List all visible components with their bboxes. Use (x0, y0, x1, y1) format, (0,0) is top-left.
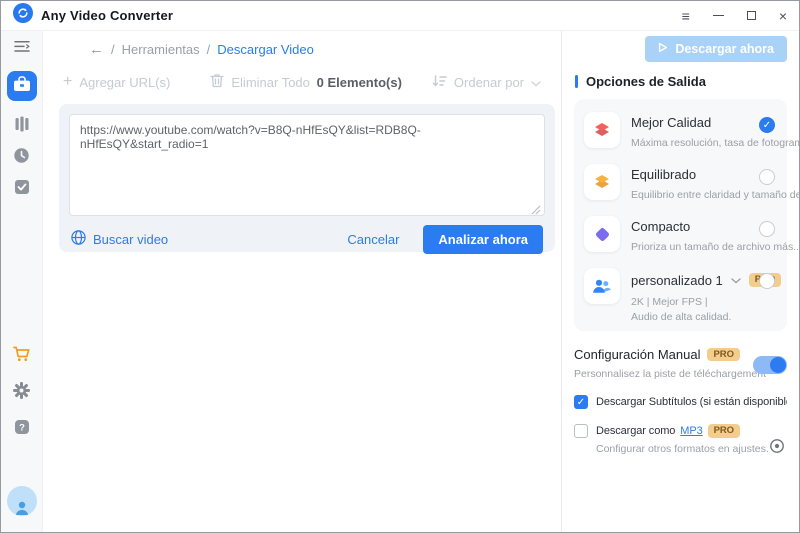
mp3-checkbox-row[interactable]: Descargar como MP3 PRO (574, 424, 787, 438)
option-custom[interactable]: personalizado 1 PRO 2K | Mejor FPS | Aud… (584, 268, 777, 323)
delete-all-button[interactable]: Eliminar Todo (210, 73, 310, 91)
breadcrumb-current: Descargar Video (217, 42, 314, 57)
sidebar: ? (1, 31, 43, 532)
sidebar-item-converter-active[interactable] (7, 71, 37, 101)
best-quality-icon (584, 112, 620, 148)
breadcrumb-parent[interactable]: Herramientas (122, 42, 200, 57)
analyze-now-button[interactable]: Analizar ahora (423, 225, 543, 254)
help-icon[interactable]: ? (14, 419, 30, 440)
video-toolbox-icon (13, 76, 31, 97)
svg-text:?: ? (19, 423, 25, 434)
search-video-link[interactable]: Buscar video (71, 230, 168, 248)
gear-icon[interactable] (13, 382, 30, 404)
compact-icon (584, 216, 620, 252)
element-count: 0 Elemento(s) (317, 75, 402, 90)
subtitles-checkbox-row[interactable]: Descargar Subtítulos (si están disponibl… (574, 395, 787, 409)
list-toolbar: + Agregar URL(s) Eliminar Todo 0 Element… (63, 73, 541, 91)
delete-all-label: Eliminar Todo (231, 75, 310, 90)
option-desc-line1: 2K | Mejor FPS | (631, 296, 777, 308)
download-now-button[interactable]: Descargar ahora (645, 36, 787, 62)
add-urls-button[interactable]: + Agregar URL(s) (63, 74, 170, 90)
mp3-sub-desc: Configurar otros formatos en ajustes. (596, 443, 787, 455)
mp3-link[interactable]: MP3 (680, 425, 702, 437)
account-avatar[interactable] (7, 486, 37, 516)
option-name: Compacto (631, 219, 777, 234)
mp3-label-prefix: Descargar como (596, 425, 675, 437)
titlebar: Any Video Converter ≡ × (1, 1, 799, 31)
advanced-settings-icon[interactable] (769, 438, 785, 459)
accent-bar (575, 75, 578, 88)
collapse-menu-icon[interactable] (14, 40, 30, 58)
app-window: Any Video Converter ≡ × (0, 0, 800, 533)
resize-handle[interactable] (531, 202, 541, 220)
cart-icon[interactable] (13, 346, 31, 367)
pro-badge: PRO (708, 424, 740, 438)
url-input[interactable]: https://www.youtube.com/watch?v=B8Q-nHfE… (69, 114, 545, 216)
menu-icon[interactable]: ≡ (682, 9, 690, 23)
option-desc: Máxima resolución, tasa de fotogramas ..… (631, 137, 777, 149)
sidebar-item-library[interactable] (15, 116, 29, 132)
output-panel: Descargar ahora Opciones de Salida Mejor… (561, 31, 799, 532)
sort-by-dropdown[interactable]: Ordenar por (432, 75, 541, 90)
pro-badge: PRO (707, 348, 740, 362)
app-title: Any Video Converter (41, 8, 173, 23)
subtitles-checkbox[interactable] (574, 395, 588, 409)
option-name: Mejor Calidad (631, 115, 777, 130)
add-url-panel: https://www.youtube.com/watch?v=B8Q-nHfE… (59, 104, 555, 252)
maximize-icon[interactable] (747, 11, 756, 20)
output-options-header: Opciones de Salida (575, 74, 787, 89)
mp3-section: Descargar como MP3 PRO Configurar otros … (574, 424, 787, 455)
sidebar-item-history[interactable] (13, 147, 30, 164)
option-desc-line2: Audio de alta calidad. (631, 311, 777, 323)
sort-by-label: Ordenar por (454, 75, 524, 90)
globe-icon (71, 230, 86, 248)
option-balanced[interactable]: Equilibrado Equilibrio entre claridad y … (584, 164, 777, 201)
sort-icon (432, 75, 447, 90)
mp3-checkbox[interactable] (574, 424, 588, 438)
toggle-knob (770, 357, 786, 373)
output-options-title: Opciones de Salida (586, 74, 706, 89)
custom-profile-icon (584, 268, 620, 304)
radio-unselected[interactable] (759, 221, 775, 237)
url-panel-footer: Buscar video Cancelar Analizar ahora (69, 221, 545, 257)
balanced-icon (584, 164, 620, 200)
option-name: personalizado 1 (631, 273, 723, 288)
option-name: Equilibrado (631, 167, 777, 182)
back-arrow-icon[interactable]: ← (89, 41, 104, 58)
add-urls-label: Agregar URL(s) (79, 75, 170, 90)
option-desc: Equilibrio entre claridad y tamaño del..… (631, 189, 777, 201)
app-logo-icon (13, 3, 33, 28)
radio-unselected[interactable] (759, 169, 775, 185)
plus-icon: + (63, 74, 72, 90)
cancel-button[interactable]: Cancelar (347, 232, 399, 247)
breadcrumb-separator: / (207, 42, 211, 57)
radio-selected[interactable] (759, 117, 775, 133)
manual-config-title: Configuración Manual (574, 347, 700, 362)
subtitles-label: Descargar Subtítulos (si están disponibl… (596, 396, 787, 408)
breadcrumb: ← / Herramientas / Descargar Video (89, 41, 561, 58)
chevron-down-icon[interactable] (731, 271, 741, 289)
search-video-label: Buscar video (93, 232, 168, 247)
radio-unselected[interactable] (759, 273, 775, 289)
option-best-quality[interactable]: Mejor Calidad Máxima resolución, tasa de… (584, 112, 777, 149)
output-options-list: Mejor Calidad Máxima resolución, tasa de… (574, 99, 787, 331)
main-content: ← / Herramientas / Descargar Video + Agr… (43, 31, 561, 532)
breadcrumb-separator: / (111, 42, 115, 57)
trash-icon (210, 73, 224, 91)
chevron-down-icon (531, 75, 541, 90)
sidebar-item-tasks[interactable] (14, 179, 30, 195)
close-icon[interactable]: × (779, 9, 787, 23)
play-icon (658, 42, 668, 56)
download-now-label: Descargar ahora (675, 42, 774, 56)
option-desc: Prioriza un tamaño de archivo más... (631, 241, 777, 253)
minimize-icon[interactable] (713, 15, 724, 16)
manual-config-toggle[interactable] (753, 356, 787, 374)
option-compact[interactable]: Compacto Prioriza un tamaño de archivo m… (584, 216, 777, 253)
manual-config-section: Configuración Manual PRO Personnalisez l… (574, 347, 787, 380)
